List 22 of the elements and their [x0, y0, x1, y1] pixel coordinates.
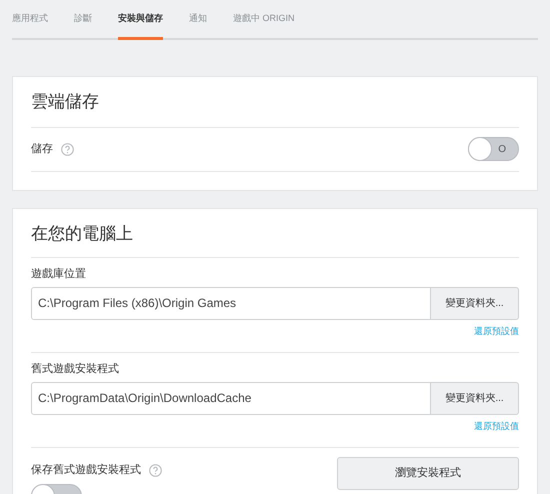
reset-link[interactable]: 還原預設值	[474, 324, 519, 338]
tab[interactable]: 安裝與儲存	[118, 12, 163, 40]
reset-link[interactable]: 還原預設值	[474, 420, 519, 433]
folder-path-field[interactable]: C:\Program Files (x86)\Origin Games	[31, 286, 431, 320]
folder-path-field[interactable]: C:\ProgramData\Origin\DownloadCache	[31, 382, 431, 414]
section-title: 雲端儲存	[31, 91, 100, 113]
change-folder-button[interactable]: 變更資料夾...	[431, 382, 519, 414]
help-icon[interactable]	[61, 142, 74, 156]
tab[interactable]: 診斷	[74, 12, 92, 40]
change-folder-button[interactable]: 變更資料夾...	[431, 286, 519, 320]
field-label: 舊式遊戲安裝程式	[31, 362, 120, 377]
field-label: 遊戲庫位置	[31, 266, 87, 282]
toggle-switch[interactable]: O	[468, 137, 519, 161]
tab[interactable]: 遊戲中 ORIGIN	[233, 12, 295, 40]
setting-label: 儲存	[31, 142, 53, 157]
toggle-label: O	[498, 142, 506, 156]
tab[interactable]: 通知	[189, 12, 207, 40]
section-title: 在您的電腦上	[31, 222, 134, 244]
setting-label: 保存舊式遊戲安裝程式	[31, 462, 141, 478]
tab[interactable]: 應用程式	[12, 12, 48, 40]
browse-installers-button[interactable]: 瀏覽安裝程式	[337, 457, 519, 490]
help-icon[interactable]	[149, 464, 162, 477]
